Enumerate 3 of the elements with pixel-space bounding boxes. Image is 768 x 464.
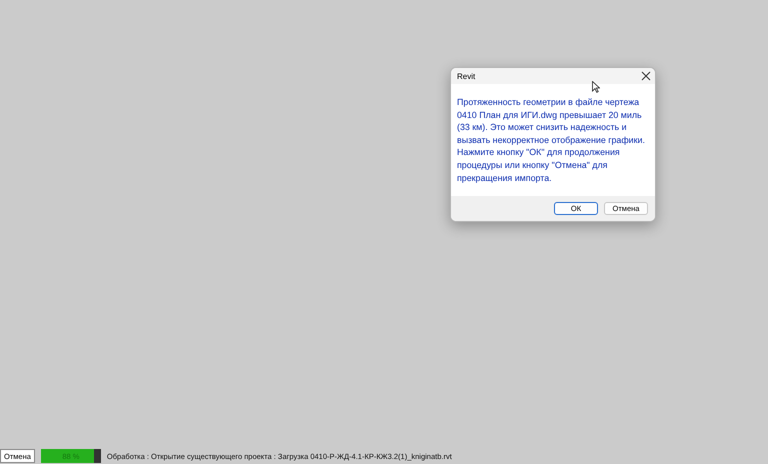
close-icon[interactable] [641, 71, 651, 81]
message-text: Протяженность геометрии в файле чертежа 0410 План для ИГИ.dwg превышает 20 миль (33 км). Это может снизить надежность и вызвать некорректное отображение графики. Нажмите кнопку "ОК" для продолжения процедуры или кнопку "Отмена" для прекращения импорта. [457, 96, 646, 184]
window-title: Revit [457, 72, 476, 80]
